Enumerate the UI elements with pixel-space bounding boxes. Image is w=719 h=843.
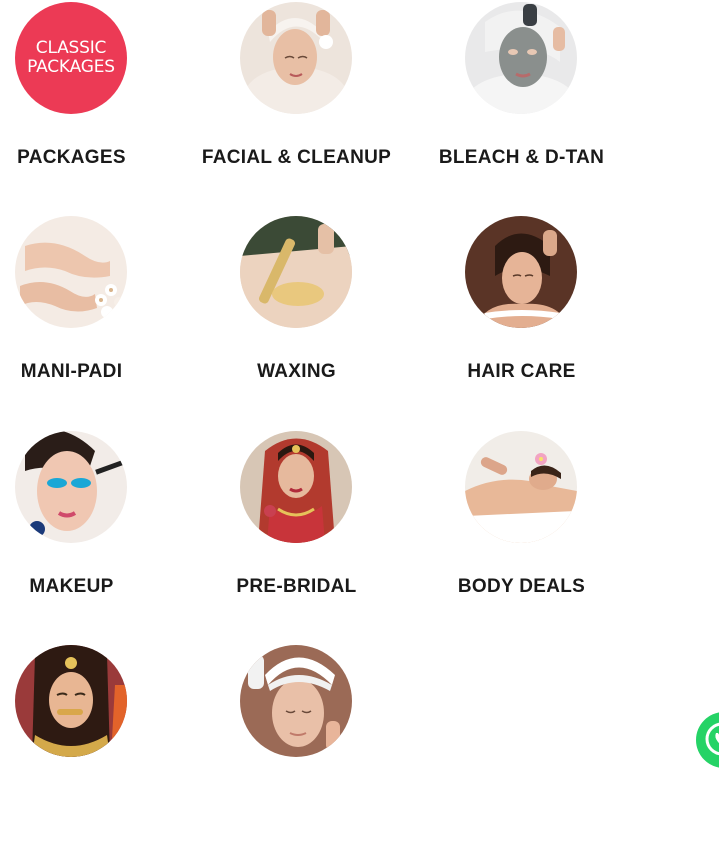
category-tile-body-deals[interactable]: BODY DEALS [409,429,634,629]
category-tile-mani-padi[interactable]: MANI-PADI [0,214,184,414]
classic-badge-line2: PACKAGES [27,57,115,77]
category-label: PACKAGES [17,147,126,168]
hair-massage-photo [465,216,577,328]
category-label: BODY DEALS [457,576,586,597]
category-label: MAKEUP [29,576,114,597]
category-label: WAXING [257,361,336,382]
waxing-photo [240,216,352,328]
body-massage-photo [465,431,577,543]
category-label: PRE-BRIDAL [236,576,357,597]
hands-feet-photo [15,216,127,328]
category-label: FACIAL & CLEANUP [201,147,392,168]
category-label: HAIR CARE [467,361,576,382]
facial-towel-photo [240,645,352,757]
classic-packages-badge: CLASSIC PACKAGES [15,2,127,114]
category-tile-facial-cleanup[interactable]: FACIAL & CLEANUP [184,0,409,200]
makeup-photo [15,431,127,543]
category-label: MANI-PADI [20,361,123,382]
category-tile-waxing[interactable]: WAXING [184,214,409,414]
bridal-makeup-photo [15,645,127,757]
category-tile-makeup[interactable]: MAKEUP [0,429,184,629]
category-tile-bleach-dtan[interactable]: BLEACH & D-TAN [409,0,634,200]
bride-photo [240,431,352,543]
category-tile-facial-towel[interactable] [184,643,409,843]
category-tile-packages[interactable]: CLASSIC PACKAGES PACKAGES [0,0,184,200]
service-category-grid: CLASSIC PACKAGES PACKAGES FACIAL & CLEAN… [0,0,719,777]
category-tile-pre-bridal[interactable]: PRE-BRIDAL [184,429,409,629]
category-label: BLEACH & D-TAN [438,147,605,168]
category-tile-hair-care[interactable]: HAIR CARE [409,214,634,414]
facial-photo [240,2,352,114]
face-mask-photo [465,2,577,114]
whatsapp-icon [705,722,719,756]
classic-badge-line1: CLASSIC [35,38,107,58]
category-tile-bridal-makeup[interactable] [0,643,184,843]
